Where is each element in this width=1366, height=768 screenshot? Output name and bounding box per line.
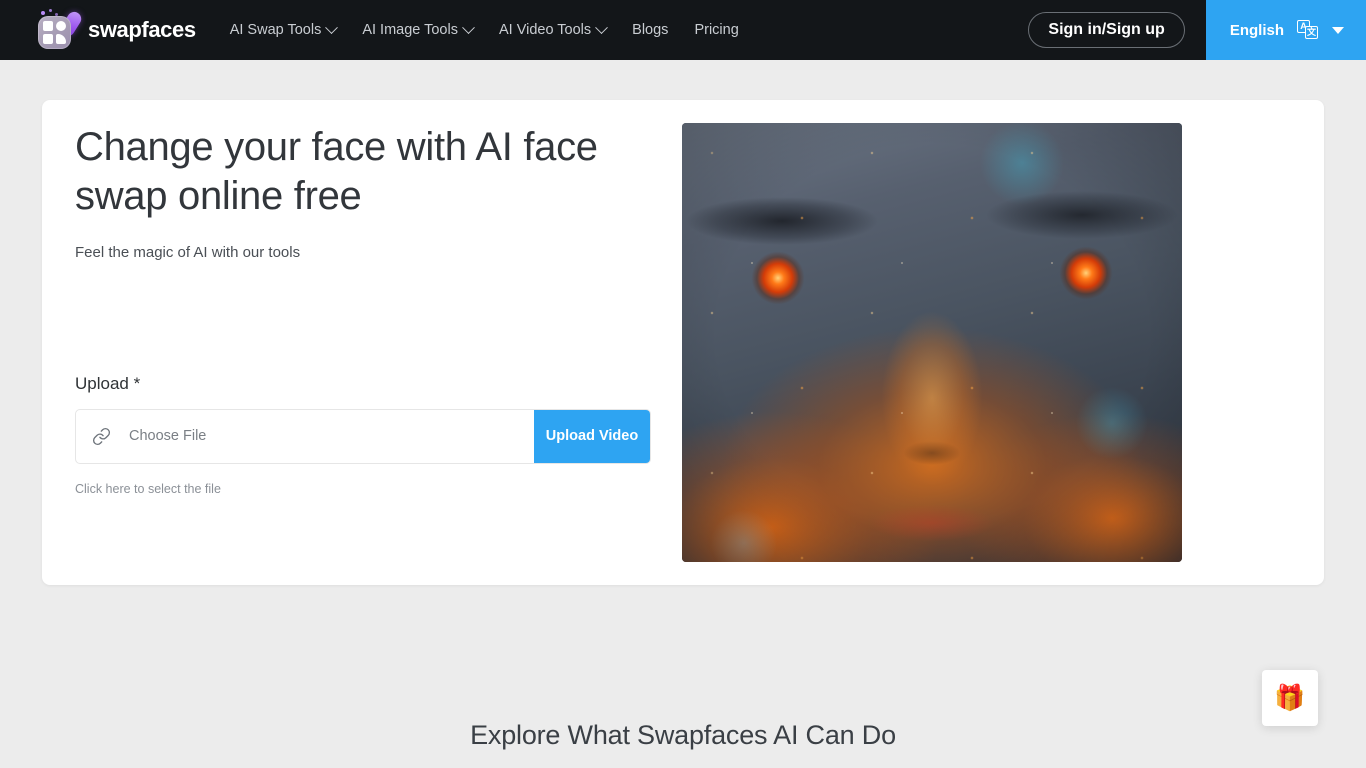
translate-icon-letter-cjk: 文 [1305,26,1318,39]
upload-label: Upload * [75,373,141,393]
hero-image [682,123,1182,562]
chevron-down-icon [462,20,475,34]
gift-icon[interactable]: 🎁 [1262,670,1318,726]
nav-item-ai-swap-tools[interactable]: AI Swap Tools [229,20,339,38]
hero-content: Change your face with AI face swap onlin… [42,100,682,585]
chevron-down-icon [595,20,609,34]
page-body: Change your face with AI face swap onlin… [0,60,1366,768]
header-actions: Sign in/Sign up English A 文 [1028,0,1366,60]
nav-label: AI Swap Tools [229,22,322,38]
nav-label: Blogs [632,22,669,38]
file-upload-row: Choose File Upload Video [75,408,651,464]
swapfaces-logo-icon [36,9,84,51]
sign-in-sign-up-button[interactable]: Sign in/Sign up [1028,12,1185,48]
nav-item-ai-video-tools[interactable]: AI Video Tools [498,20,609,38]
upload-hint-text: Click here to select the file [75,481,221,496]
nav-item-ai-image-tools[interactable]: AI Image Tools [362,20,475,38]
hero-image-area [682,100,1324,585]
nav-label: AI Video Tools [498,22,592,38]
link-icon [76,410,126,463]
section-title: Explore What Swapfaces AI Can Do [470,720,896,750]
brand-name: swapfaces [88,17,196,42]
choose-file-input[interactable]: Choose File [126,410,534,463]
translate-icon: A 文 [1297,20,1319,40]
nav-label: Pricing [694,22,739,38]
upload-block: Upload * Choose File Upload Video Click … [75,374,682,496]
nav-item-pricing[interactable]: Pricing [694,22,738,38]
language-label: English [1229,21,1284,39]
site-header: swapfaces AI Swap Tools AI Image Tools A… [0,0,1366,60]
upload-video-button[interactable]: Upload Video [534,409,650,463]
main-navigation: AI Swap Tools AI Image Tools AI Video To… [229,20,739,38]
hero-card: Change your face with AI face swap onlin… [42,100,1324,585]
nav-label: AI Image Tools [362,22,458,38]
page-title: Change your face with AI face swap onlin… [75,125,598,218]
caret-down-icon [1332,26,1344,34]
brand-logo-link[interactable]: swapfaces [36,9,196,51]
hero-subtitle: Feel the magic of AI with our tools [75,243,301,261]
nav-item-blogs[interactable]: Blogs [632,22,668,38]
language-selector[interactable]: English A 文 [1205,0,1366,60]
chevron-down-icon [325,20,339,34]
